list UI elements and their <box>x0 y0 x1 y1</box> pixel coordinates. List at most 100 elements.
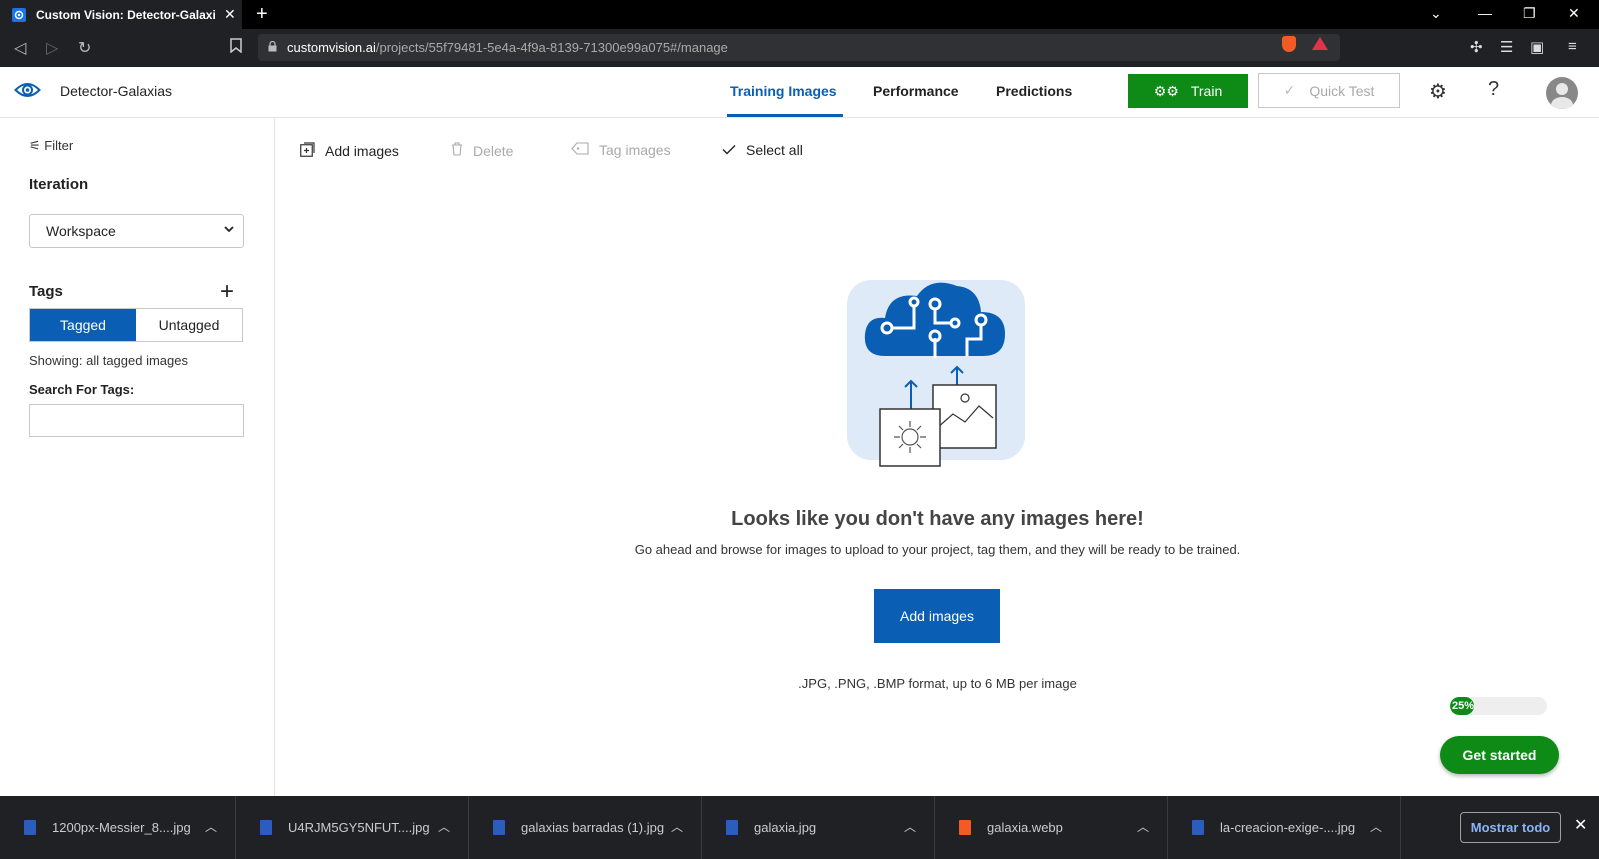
trash-icon <box>451 142 463 159</box>
project-name[interactable]: Detector-Galaxias <box>60 83 172 99</box>
search-tags-label: Search For Tags: <box>29 382 135 397</box>
url-path: /projects/55f79481-5e4a-4f9a-8139-71300e… <box>375 40 728 55</box>
tags-label: Tags <box>29 283 63 300</box>
iteration-select[interactable]: Workspace <box>29 214 244 248</box>
empty-state-subtitle: Go ahead and browse for images to upload… <box>634 542 1241 557</box>
download-filename: 1200px-Messier_8....jpg <box>52 820 191 835</box>
empty-state-title: Looks like you don't have any images her… <box>731 508 1144 530</box>
back-icon[interactable]: ◁ <box>14 38 26 58</box>
tagged-toggle: Tagged Untagged <box>29 308 243 342</box>
tab-performance[interactable]: Performance <box>873 83 959 99</box>
add-image-icon <box>300 142 315 160</box>
playlist-icon[interactable]: ☰ <box>1500 38 1513 56</box>
delete-toolbar-button[interactable]: Delete <box>451 142 513 159</box>
add-tag-icon[interactable]: + <box>220 278 234 306</box>
checkmark-icon: ✓ <box>1283 82 1296 98</box>
select-all-toolbar-button[interactable]: Select all <box>722 142 803 158</box>
url-field[interactable]: customvision.ai/projects/55f79481-5e4a-4… <box>258 34 1340 61</box>
chevron-up-icon[interactable]: ︿ <box>671 818 683 835</box>
close-downloads-icon[interactable]: ✕ <box>1574 815 1587 835</box>
url-host: customvision.ai <box>287 40 376 55</box>
chevron-up-icon[interactable]: ︿ <box>438 818 450 835</box>
tag-images-label: Tag images <box>599 142 671 158</box>
downloads-bar: 1200px-Messier_8....jpg ︿ U4RJM5GY5NFUT.… <box>0 796 1599 859</box>
get-started-button[interactable]: Get started <box>1440 736 1559 774</box>
iteration-label: Iteration <box>29 176 89 193</box>
formats-note: .JPG, .PNG, .BMP format, up to 6 MB per … <box>798 676 1077 691</box>
minimize-icon[interactable]: — <box>1478 5 1492 21</box>
browser-tab[interactable]: Custom Vision: Detector-Galaxias ✕ <box>0 0 242 29</box>
sidebar: ⚟ Filter Iteration Workspace Tags + Tagg… <box>0 118 275 796</box>
bookmark-icon[interactable] <box>230 38 242 58</box>
image-file-icon <box>726 820 738 835</box>
brave-rewards-icon[interactable] <box>1312 37 1328 50</box>
download-item[interactable]: la-creacion-exige-....jpg ︿ <box>1168 796 1401 859</box>
image-file-icon <box>493 820 505 835</box>
user-avatar[interactable] <box>1546 77 1578 109</box>
download-item[interactable]: 1200px-Messier_8....jpg ︿ <box>0 796 236 859</box>
add-images-label: Add images <box>325 143 399 159</box>
active-tab-indicator <box>727 114 843 117</box>
extensions-icon[interactable]: ✣ <box>1470 38 1483 56</box>
download-item[interactable]: U4RJM5GY5NFUT....jpg ︿ <box>236 796 469 859</box>
download-item[interactable]: galaxia.webp ︿ <box>935 796 1168 859</box>
quick-test-button[interactable]: ✓ Quick Test <box>1258 73 1400 108</box>
search-tags-input[interactable] <box>29 404 244 437</box>
tab-predictions[interactable]: Predictions <box>996 83 1072 99</box>
show-all-downloads-button[interactable]: Mostrar todo <box>1460 812 1561 843</box>
filter-button[interactable]: ⚟ Filter <box>29 138 73 154</box>
chevron-down-icon <box>223 223 235 238</box>
lock-icon <box>268 40 277 55</box>
iteration-value: Workspace <box>46 223 116 239</box>
help-icon[interactable]: ? <box>1488 78 1499 101</box>
tag-images-toolbar-button[interactable]: Tag images <box>571 142 671 158</box>
brave-shields-icon[interactable] <box>1282 36 1296 52</box>
train-button[interactable]: ⚙⚙ Train <box>1128 74 1248 108</box>
image-file-icon <box>1192 820 1204 835</box>
download-item[interactable]: galaxias barradas (1).jpg ︿ <box>469 796 702 859</box>
chevron-up-icon[interactable]: ︿ <box>205 818 217 835</box>
add-images-button[interactable]: Add images <box>874 589 1000 643</box>
image-file-icon <box>260 820 272 835</box>
restore-icon[interactable]: ❐ <box>1523 5 1536 22</box>
chevron-up-icon[interactable]: ︿ <box>904 818 916 835</box>
window-close-icon[interactable]: ✕ <box>1568 5 1580 22</box>
chevron-up-icon[interactable]: ︿ <box>1370 818 1382 835</box>
download-filename: galaxias barradas (1).jpg <box>521 820 665 835</box>
image-file-icon <box>24 820 36 835</box>
avatar-body <box>1551 97 1573 109</box>
download-filename: galaxia.webp <box>987 820 1063 835</box>
brave-file-icon <box>959 820 971 835</box>
gears-icon: ⚙⚙ <box>1153 82 1179 99</box>
chevron-up-icon[interactable]: ︿ <box>1137 818 1149 835</box>
tagged-option[interactable]: Tagged <box>30 309 136 341</box>
untagged-option[interactable]: Untagged <box>136 309 242 341</box>
app-header: Detector-Galaxias Training Images Perfor… <box>0 67 1599 118</box>
progress-label: 25% <box>1452 700 1475 712</box>
quick-test-label: Quick Test <box>1309 82 1375 99</box>
settings-gear-icon[interactable]: ⚙ <box>1429 79 1447 104</box>
tab-training-images[interactable]: Training Images <box>730 83 837 99</box>
tab-title: Custom Vision: Detector-Galaxias <box>36 7 216 22</box>
custom-vision-eye-icon[interactable] <box>14 80 41 105</box>
select-all-label: Select all <box>746 142 803 158</box>
checkmark-icon <box>722 142 736 158</box>
avatar-head <box>1556 83 1568 95</box>
delete-label: Delete <box>473 142 514 159</box>
tag-icon <box>571 142 589 158</box>
download-item[interactable]: galaxia.jpg ︿ <box>702 796 935 859</box>
forward-icon[interactable]: ▷ <box>46 38 58 58</box>
download-filename: la-creacion-exige-....jpg <box>1220 820 1356 835</box>
customvision-favicon-icon <box>12 7 26 22</box>
tab-close-icon[interactable]: ✕ <box>224 6 236 23</box>
add-images-toolbar-button[interactable]: Add images <box>300 142 399 160</box>
showing-text: Showing: all tagged images <box>29 353 188 368</box>
download-filename: galaxia.jpg <box>754 820 817 835</box>
reload-icon[interactable]: ↻ <box>78 38 91 58</box>
filter-sliders-icon: ⚟ <box>29 138 41 153</box>
wallet-icon[interactable]: ▣ <box>1530 38 1544 56</box>
new-tab-icon[interactable]: + <box>256 3 268 26</box>
chevron-down-icon[interactable]: ⌄ <box>1430 5 1442 22</box>
menu-icon[interactable]: ≡ <box>1568 38 1577 55</box>
train-label: Train <box>1190 83 1223 99</box>
